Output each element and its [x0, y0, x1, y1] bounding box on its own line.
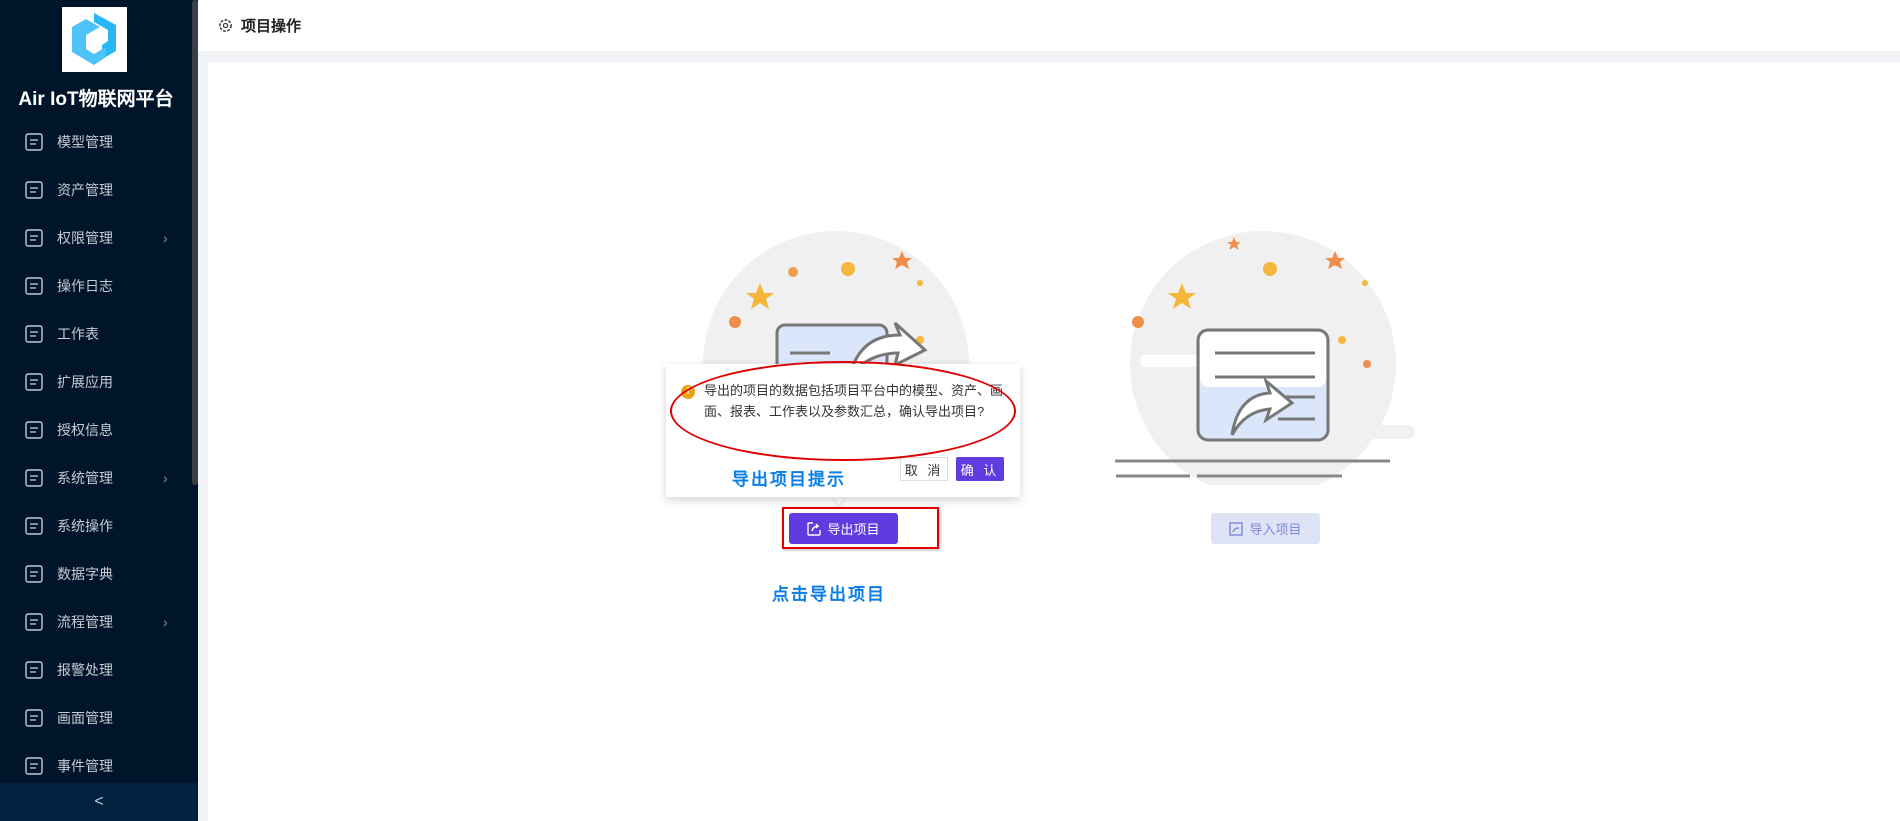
sidebar-item-5[interactable]: 扩展应用 — [0, 360, 192, 404]
sidebar-item-7[interactable]: 系统管理 › — [0, 456, 192, 500]
sidebar-item-13[interactable]: 事件管理 — [0, 744, 192, 788]
sidebar-item-4[interactable]: 工作表 — [0, 312, 192, 356]
sidebar-item-label: 授权信息 — [57, 422, 113, 438]
chevron-right-icon: › — [163, 230, 168, 246]
edit-log-icon — [25, 277, 43, 295]
model-icon — [25, 133, 43, 151]
clipboard-icon — [25, 373, 43, 391]
highlight-box — [782, 507, 939, 549]
circles-icon — [25, 517, 43, 535]
grid-icon — [25, 181, 43, 199]
import-project-label: 导入项目 — [1249, 522, 1302, 537]
sidebar-item-label: 工作表 — [57, 326, 99, 342]
sidebar-item-label: 操作日志 — [57, 278, 113, 294]
sidebar-item-12[interactable]: 画面管理 — [0, 696, 192, 740]
sidebar-item-3[interactable]: 操作日志 — [0, 264, 192, 308]
page-header: 项目操作 — [198, 0, 1900, 51]
content-panel — [208, 62, 1900, 821]
sidebar-item-label: 权限管理 — [57, 230, 113, 246]
sidebar-item-label: 报警处理 — [57, 662, 113, 678]
sidebar-item-label: 事件管理 — [57, 758, 113, 774]
sidebar-item-9[interactable]: 数据字典 — [0, 552, 192, 596]
confirm-button[interactable]: 确 认 — [956, 457, 1004, 481]
event-icon — [25, 757, 43, 775]
sidebar: Air IoT物联网平台 模型管理资产管理权限管理 › 操作日志工作表扩展应用授权信… — [0, 0, 198, 821]
import-project-button[interactable]: 导入项目 — [1211, 513, 1320, 544]
highlight-ellipse — [670, 361, 1016, 461]
sidebar-item-label: 系统管理 — [57, 470, 113, 486]
license-icon — [25, 421, 43, 439]
chevron-right-icon: › — [163, 614, 168, 630]
sidebar-item-label: 资产管理 — [57, 182, 113, 198]
sidebar-item-label: 模型管理 — [57, 134, 113, 150]
collapse-sidebar-button[interactable]: < — [0, 783, 198, 821]
sidebar-item-label: 系统操作 — [57, 518, 113, 534]
flow-icon — [25, 613, 43, 631]
sidebar-item-label: 画面管理 — [57, 710, 113, 726]
sidebar-item-6[interactable]: 授权信息 — [0, 408, 192, 452]
airiot-hex-logo-icon — [72, 13, 116, 65]
sidebar-item-label: 流程管理 — [57, 614, 113, 630]
import-icon — [1229, 521, 1244, 536]
app-title: Air IoT物联网平台 — [18, 89, 174, 110]
export-tip-annotation: 导出项目提示 — [732, 470, 846, 489]
sidebar-item-10[interactable]: 流程管理 › — [0, 600, 192, 644]
sidebar-item-2[interactable]: 权限管理 › — [0, 216, 192, 260]
page-title: 项目操作 — [241, 18, 302, 35]
notebook-icon — [25, 325, 43, 343]
screen-icon — [25, 709, 43, 727]
cancel-button[interactable]: 取 消 — [900, 457, 948, 481]
alarm-icon — [25, 661, 43, 679]
sidebar-item-11[interactable]: 报警处理 — [0, 648, 192, 692]
import-illustration — [1115, 231, 1415, 485]
sidebar-item-label: 数据字典 — [57, 566, 113, 582]
sidebar-item-label: 扩展应用 — [57, 374, 113, 390]
sidebar-item-8[interactable]: 系统操作 — [0, 504, 192, 548]
sidebar-scrollbar[interactable] — [192, 0, 198, 485]
click-export-annotation: 点击导出项目 — [772, 585, 886, 604]
chevron-right-icon: › — [163, 470, 168, 486]
sidebar-item-0[interactable]: 模型管理 — [0, 120, 192, 164]
gear-icon — [25, 469, 43, 487]
gear-icon — [219, 19, 232, 32]
logo — [62, 7, 127, 72]
lock-icon — [25, 229, 43, 247]
dictionary-icon — [25, 565, 43, 583]
sidebar-item-1[interactable]: 资产管理 — [0, 168, 192, 212]
